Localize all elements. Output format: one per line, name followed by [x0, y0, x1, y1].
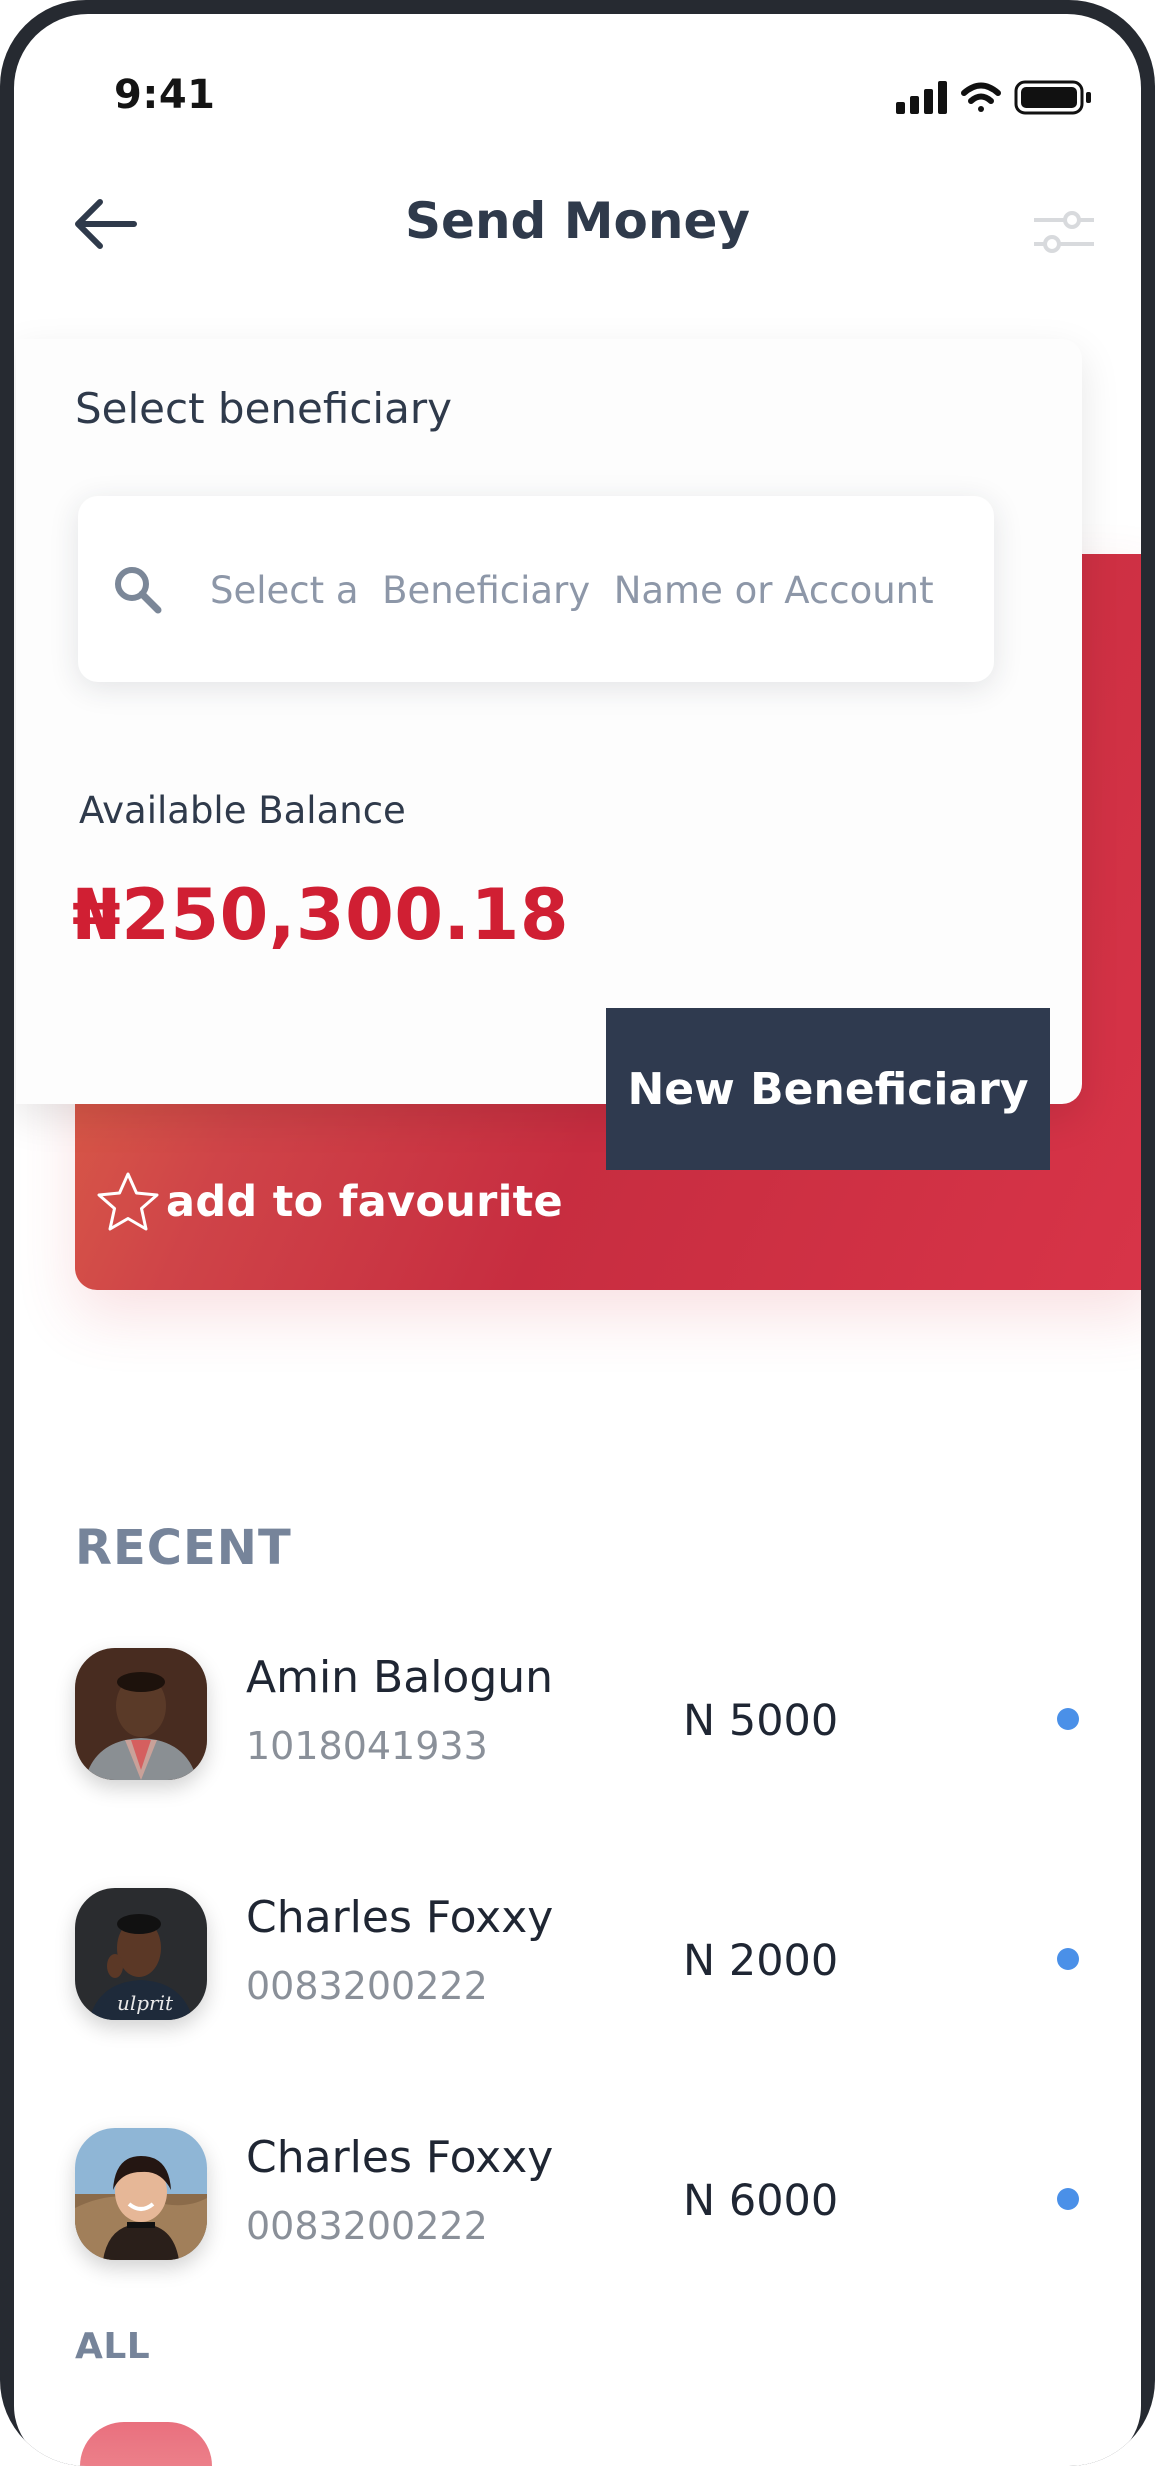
unread-dot [1057, 2188, 1079, 2210]
recipient-amount: N 5000 [683, 1696, 839, 1746]
add-to-favourite-label: add to favourite [166, 1177, 563, 1227]
avatar: ulprit [75, 1888, 207, 2020]
star-outline-icon [97, 1172, 159, 1231]
unread-dot [1057, 1948, 1079, 1970]
select-beneficiary-label: Select beneficiary [75, 384, 452, 433]
status-icons [896, 78, 1106, 122]
list-item[interactable]: Amin Balogun 1018041933 N 5000 [14, 1648, 1141, 1788]
recipient-account: 1018041933 [246, 1724, 488, 1768]
recipient-amount: N 2000 [683, 1936, 839, 1986]
recipient-amount: N 6000 [683, 2176, 839, 2226]
filter-button[interactable] [1024, 202, 1104, 262]
signal-icon [896, 81, 947, 114]
list-item[interactable]: Charles Foxxy 0083200222 N 6000 [14, 2128, 1141, 2268]
status-time: 9:41 [114, 72, 216, 118]
list-item[interactable]: ulprit Charles Foxxy 0083200222 N 2000 [14, 1888, 1141, 2028]
avatar [75, 2128, 207, 2260]
beneficiary-search-input[interactable] [210, 569, 970, 612]
wifi-icon [961, 82, 1001, 112]
new-beneficiary-button[interactable]: New Beneficiary [606, 1008, 1050, 1170]
sliders-icon [1034, 211, 1094, 253]
beneficiary-card [16, 339, 1082, 1104]
search-icon [110, 562, 166, 618]
avatar [80, 2422, 212, 2466]
page-title: Send Money [405, 192, 750, 250]
battery-icon [1014, 80, 1091, 115]
avatar [75, 1648, 207, 1780]
recent-heading: RECENT [75, 1520, 292, 1576]
app-screen: 9:41 Send Money add to favourite Select … [14, 14, 1141, 2466]
recipient-name: Charles Foxxy [246, 2132, 554, 2183]
device-frame: 9:41 Send Money add to favourite Select … [0, 0, 1155, 2466]
add-to-favourite-button[interactable]: add to favourite [94, 1172, 563, 1232]
svg-text:ulprit: ulprit [117, 1991, 174, 2015]
recipient-account: 0083200222 [246, 1964, 488, 2008]
recipient-name: Amin Balogun [246, 1652, 554, 1703]
all-heading: ALL [75, 2326, 151, 2367]
available-balance-label: Available Balance [79, 789, 406, 832]
unread-dot [1057, 1708, 1079, 1730]
available-balance-amount: ₦250,300.18 [72, 874, 570, 956]
recipient-account: 0083200222 [246, 2204, 488, 2248]
recipient-name: Charles Foxxy [246, 1892, 554, 1943]
